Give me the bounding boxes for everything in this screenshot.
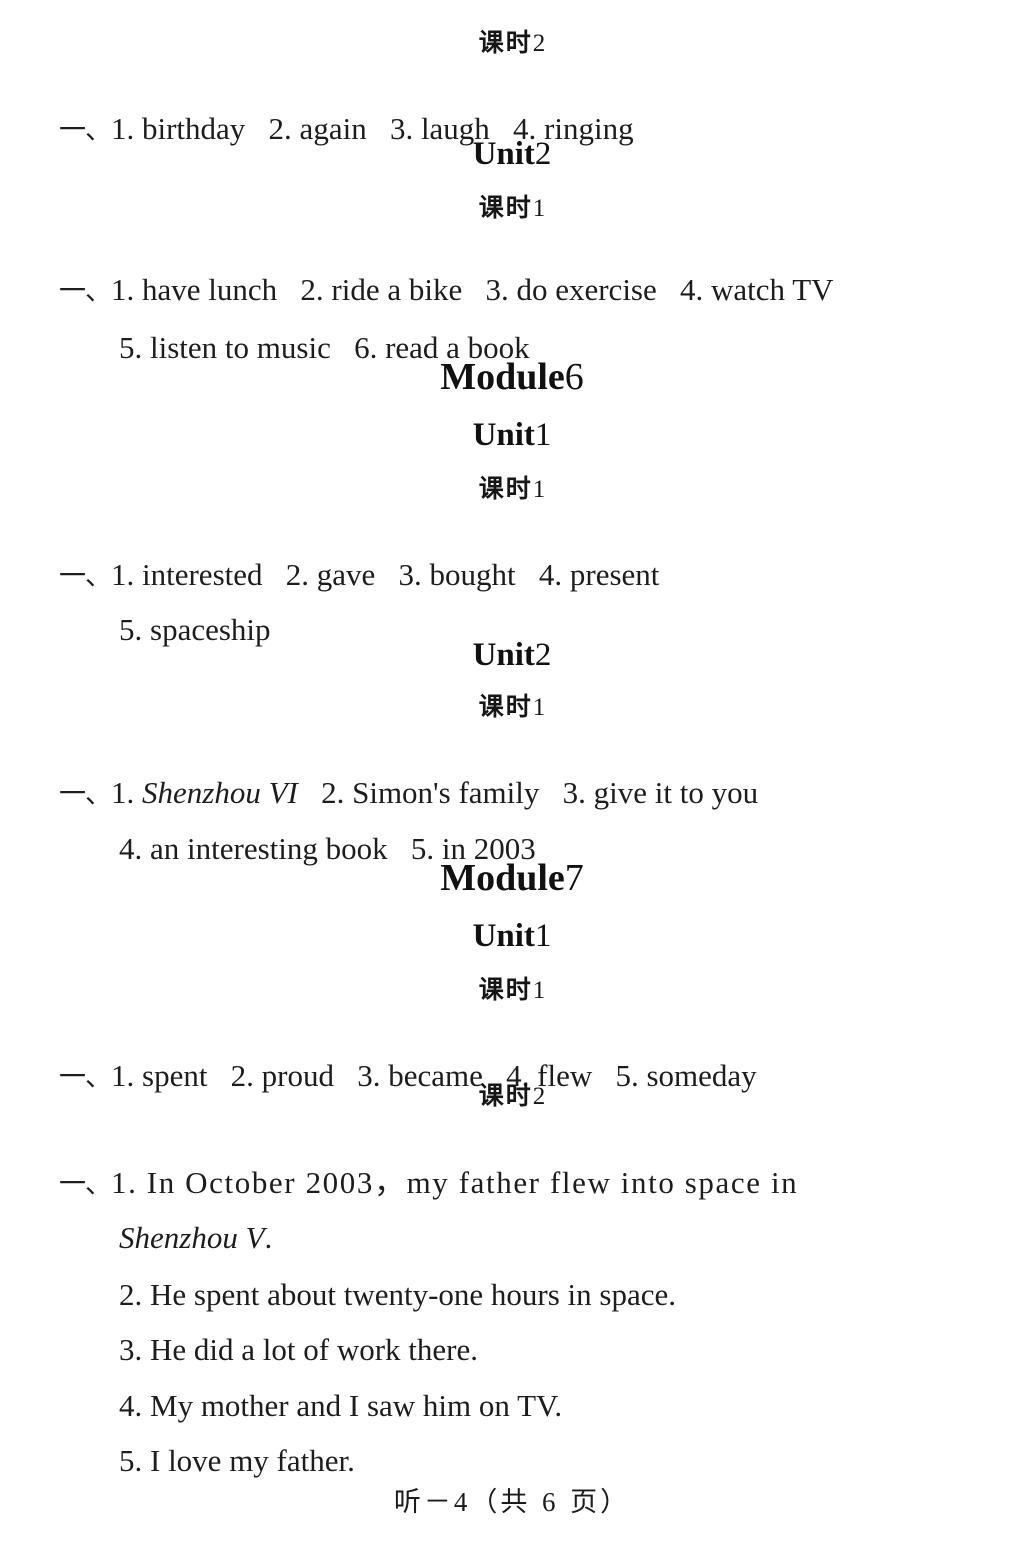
unit-number: 2 [534, 637, 552, 673]
keshi-number: 2 [532, 1083, 546, 1110]
unit-number: 1 [534, 417, 552, 453]
unit-number: 2 [534, 136, 552, 172]
module-number: 6 [564, 356, 584, 398]
footer-close-paren: 页） [558, 1487, 631, 1518]
unit-label: Unit [472, 417, 535, 453]
heading-keshi-m7u1-1: 课时1 [0, 977, 1024, 1003]
unit-number: 1 [534, 918, 552, 954]
footer-open-paren: （共 [470, 1487, 542, 1518]
footer-prefix: 听－ [393, 1487, 454, 1518]
footer-page-number: 4 [453, 1487, 471, 1517]
heading-keshi-m6u2-1: 课时1 [0, 694, 1024, 720]
heading-keshi-m7u1-2: 课时2 [0, 1083, 1024, 1109]
keshi-number: 2 [532, 30, 546, 57]
module-label: Module [440, 356, 565, 398]
keshi-label: 课时 [478, 474, 533, 503]
heading-unit-1: Unit1 [0, 419, 1024, 452]
keshi-number: 1 [532, 476, 546, 503]
answer-text: 5. I love my father. [119, 1443, 355, 1478]
keshi-label: 课时 [478, 28, 533, 57]
keshi-label: 课时 [478, 193, 533, 222]
heading-keshi-m6u1-1: 课时1 [0, 476, 1024, 502]
heading-unit-2: Unit2 [0, 639, 1024, 672]
unit-label: Unit [472, 918, 535, 954]
heading-unit-1: Unit1 [0, 920, 1024, 953]
keshi-number: 1 [532, 977, 546, 1004]
heading-module-6: Module6 [0, 358, 1024, 396]
heading-unit-2: Unit2 [0, 138, 1024, 171]
heading-keshi-m5u2-1: 课时1 [0, 195, 1024, 221]
module-number: 7 [564, 857, 584, 899]
unit-label: Unit [472, 136, 535, 172]
keshi-label: 课时 [478, 692, 533, 721]
page-footer: 听－4（共 6 页） [0, 1480, 1024, 1519]
keshi-number: 1 [532, 694, 546, 721]
answer-key-page: 课时2 一、1. birthday 2. again 3. laugh 4. r… [0, 0, 1024, 1548]
keshi-number: 1 [532, 195, 546, 222]
unit-label: Unit [472, 637, 535, 673]
keshi-label: 课时 [478, 1081, 533, 1110]
heading-keshi-m5u1-2: 课时2 [0, 30, 1024, 56]
keshi-label: 课时 [478, 975, 533, 1004]
heading-module-7: Module7 [0, 859, 1024, 897]
footer-total-pages: 6 [542, 1487, 559, 1517]
module-label: Module [440, 857, 565, 899]
